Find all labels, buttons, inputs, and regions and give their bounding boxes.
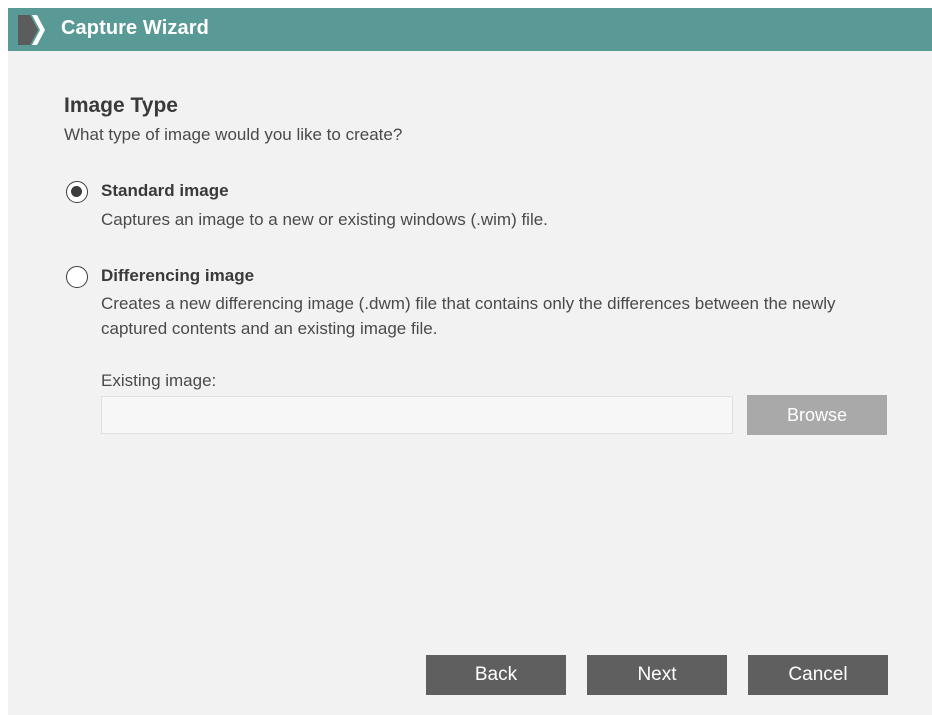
standard-image-description: Captures an image to a new or existing w… [101,210,548,229]
title-bar: Capture Wizard [8,8,932,51]
differencing-image-label[interactable]: Differencing image [101,266,254,286]
page-subtitle: What type of image would you like to cre… [64,125,403,144]
back-button[interactable]: Back [426,655,566,695]
differencing-image-radio[interactable] [66,266,88,288]
standard-image-radio[interactable] [66,181,88,203]
cancel-button[interactable]: Cancel [748,655,888,695]
page-title: Image Type [64,94,178,117]
differencing-image-description: Creates a new differencing image (.dwm) … [101,294,836,338]
browse-button[interactable]: Browse [747,395,887,435]
window-title: Capture Wizard [61,17,209,39]
capture-wizard-window: Capture Wizard Image Type What type of i… [8,8,932,715]
existing-image-input[interactable] [101,396,733,434]
existing-image-label: Existing image: [101,371,217,390]
wizard-chevron-icon [18,15,45,45]
standard-image-label[interactable]: Standard image [101,181,229,201]
next-button[interactable]: Next [587,655,727,695]
